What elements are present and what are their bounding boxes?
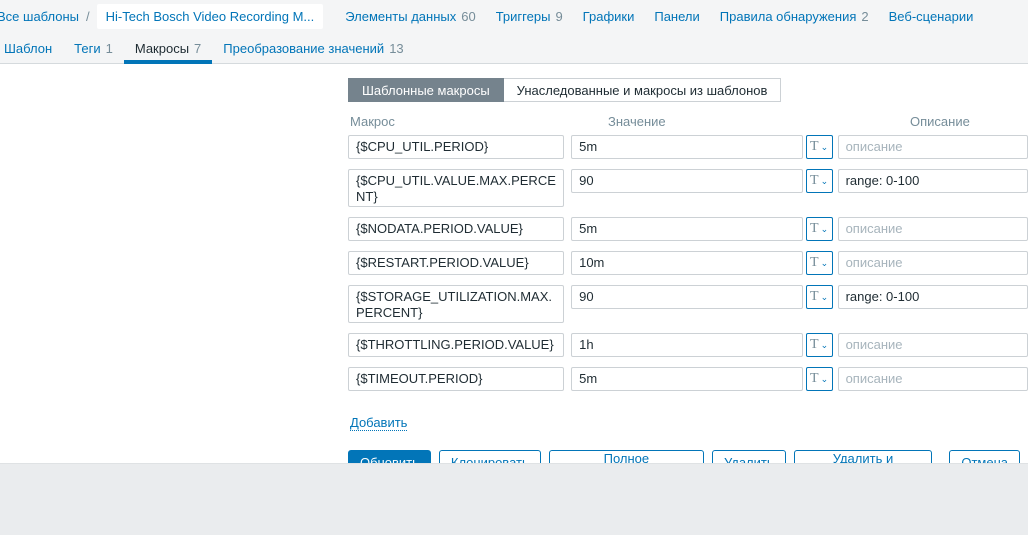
tab-count: 7	[194, 41, 201, 56]
column-header-description: Описание	[910, 114, 970, 129]
macro-row: {$NODATA.PERIOD.VALUE} 5m T⌄	[348, 217, 1028, 241]
tab-value-mapping[interactable]: Преобразование значений13	[212, 33, 414, 63]
chevron-down-icon: ⌄	[821, 143, 829, 152]
nav-item-web-scenarios[interactable]: Веб-сценарии	[889, 9, 974, 24]
macro-name-input[interactable]: {$STORAGE_UTILIZATION.MAX.PERCENT}	[348, 285, 564, 323]
text-type-icon: T	[810, 221, 819, 237]
value-type-button[interactable]: T⌄	[806, 217, 833, 241]
macro-name-input[interactable]: {$CPU_UTIL.PERIOD}	[348, 135, 564, 159]
breadcrumb-all-templates-link[interactable]: Все шаблоны	[0, 9, 79, 24]
macros-form: Шаблонные макросы Унаследованные и макро…	[0, 64, 1028, 463]
nav-item-graphs[interactable]: Графики	[583, 9, 635, 24]
text-type-icon: T	[810, 289, 819, 305]
tab-count: 13	[389, 41, 403, 56]
tab-tags[interactable]: Теги1	[63, 33, 124, 63]
tab-count: 1	[106, 41, 113, 56]
text-type-icon: T	[810, 371, 819, 387]
top-navigation-bar: Все шаблоны / Hi-Tech Bosch Video Record…	[0, 0, 1028, 64]
macro-row: {$CPU_UTIL.PERIOD} 5m T⌄	[348, 135, 1028, 159]
macro-name-input[interactable]: {$RESTART.PERIOD.VALUE}	[348, 251, 564, 275]
macro-value-input[interactable]: 90	[571, 285, 802, 309]
nav-item-discovery-rules[interactable]: Правила обнаружения2	[720, 9, 869, 24]
column-header-value: Значение	[608, 114, 666, 129]
macro-value-input[interactable]: 5m	[571, 367, 802, 391]
chevron-down-icon: ⌄	[821, 177, 829, 186]
nav-item-items[interactable]: Элементы данных60	[345, 9, 475, 24]
macro-row: {$STORAGE_UTILIZATION.MAX.PERCENT} 90 T⌄…	[348, 285, 1028, 323]
nav-item-count: 2	[861, 9, 868, 24]
nav-item-count: 9	[555, 9, 562, 24]
macro-value-input[interactable]: 10m	[571, 251, 802, 275]
full-clone-button[interactable]: Полное клонирование	[549, 450, 704, 463]
breadcrumb-template-name[interactable]: Hi-Tech Bosch Video Recording M...	[97, 4, 324, 29]
macro-name-input[interactable]: {$THROTTLING.PERIOD.VALUE}	[348, 333, 564, 357]
macro-description-input[interactable]	[838, 217, 1028, 241]
macro-name-input[interactable]: {$TIMEOUT.PERIOD}	[348, 367, 564, 391]
text-type-icon: T	[810, 139, 819, 155]
inherited-macros-tab[interactable]: Унаследованные и макросы из шаблонов	[504, 78, 782, 102]
macro-description-input[interactable]: range: 0-100	[838, 285, 1028, 309]
clone-button[interactable]: Клонировать	[439, 450, 541, 463]
form-actions: Обновить Клонировать Полное клонирование…	[348, 450, 1028, 463]
text-type-icon: T	[810, 173, 819, 189]
tab-template[interactable]: Шаблон	[0, 33, 63, 63]
template-tabs-row: Шаблон Теги1 Макросы7 Преобразование зна…	[0, 33, 1028, 64]
macro-row: {$RESTART.PERIOD.VALUE} 10m T⌄	[348, 251, 1028, 275]
value-type-button[interactable]: T⌄	[806, 367, 833, 391]
macro-row: {$CPU_UTIL.VALUE.MAX.PERCENT} 90 T⌄ rang…	[348, 169, 1028, 207]
macro-name-input[interactable]: {$NODATA.PERIOD.VALUE}	[348, 217, 564, 241]
value-type-button[interactable]: T⌄	[806, 169, 833, 193]
tab-macros[interactable]: Макросы7	[124, 33, 212, 63]
delete-and-clear-button[interactable]: Удалить и очистить	[794, 450, 933, 463]
chevron-down-icon: ⌄	[821, 341, 829, 350]
breadcrumb-separator: /	[86, 9, 90, 24]
value-type-button[interactable]: T⌄	[806, 333, 833, 357]
text-type-icon: T	[810, 255, 819, 271]
chevron-down-icon: ⌄	[821, 293, 829, 302]
macros-table-header: Макрос Значение Описание	[348, 114, 1028, 135]
text-type-icon: T	[810, 337, 819, 353]
macro-description-input[interactable]	[838, 135, 1028, 159]
macro-value-input[interactable]: 5m	[571, 217, 802, 241]
chevron-down-icon: ⌄	[821, 259, 829, 268]
nav-item-count: 60	[461, 9, 475, 24]
macro-name-input[interactable]: {$CPU_UTIL.VALUE.MAX.PERCENT}	[348, 169, 564, 207]
column-header-macro: Макрос	[350, 114, 395, 129]
macro-row: {$THROTTLING.PERIOD.VALUE} 1h T⌄	[348, 333, 1028, 357]
chevron-down-icon: ⌄	[821, 225, 829, 234]
macro-view-switch: Шаблонные макросы Унаследованные и макро…	[348, 78, 781, 102]
page-footer-area	[0, 463, 1028, 535]
value-type-button[interactable]: T⌄	[806, 135, 833, 159]
macro-description-input[interactable]	[838, 367, 1028, 391]
cancel-button[interactable]: Отмена	[949, 450, 1020, 463]
macro-value-input[interactable]: 5m	[571, 135, 802, 159]
value-type-button[interactable]: T⌄	[806, 285, 833, 309]
template-macros-tab[interactable]: Шаблонные макросы	[348, 78, 504, 102]
nav-item-dashboards[interactable]: Панели	[654, 9, 699, 24]
macro-value-input[interactable]: 90	[571, 169, 802, 193]
macro-row: {$TIMEOUT.PERIOD} 5m T⌄	[348, 367, 1028, 391]
breadcrumb-nav-row: Все шаблоны / Hi-Tech Bosch Video Record…	[0, 0, 1028, 33]
value-type-button[interactable]: T⌄	[806, 251, 833, 275]
macro-description-input[interactable]	[838, 333, 1028, 357]
chevron-down-icon: ⌄	[821, 375, 829, 384]
add-macro-link[interactable]: Добавить	[350, 415, 407, 431]
nav-item-triggers[interactable]: Триггеры9	[496, 9, 563, 24]
macros-table-body: {$CPU_UTIL.PERIOD} 5m T⌄ {$CPU_UTIL.VALU…	[348, 135, 1028, 391]
macro-value-input[interactable]: 1h	[571, 333, 802, 357]
macro-description-input[interactable]: range: 0-100	[838, 169, 1028, 193]
delete-button[interactable]: Удалить	[712, 450, 786, 463]
macro-description-input[interactable]	[838, 251, 1028, 275]
update-button[interactable]: Обновить	[348, 450, 431, 463]
